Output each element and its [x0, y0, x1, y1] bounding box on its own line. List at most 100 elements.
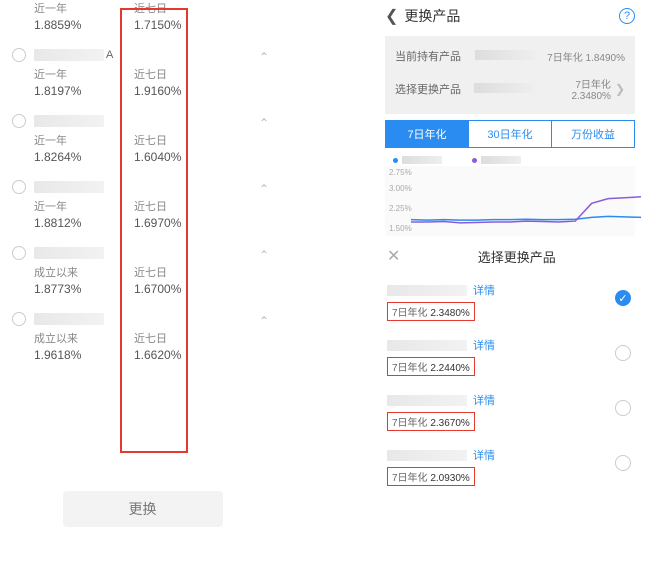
radio-unchecked[interactable] [615, 400, 631, 416]
select-rate: 7日年化 2.3480% [534, 76, 611, 102]
metric-value-left: 1.8773% [34, 282, 134, 296]
detail-link[interactable]: 详情 [473, 282, 495, 298]
metric-value-7d: 1.6700% [134, 282, 214, 296]
info-card: 当前持有产品 7日年化 1.8490% 选择更换产品 7日年化 2.3480% … [385, 36, 635, 114]
product-name-blur [474, 83, 534, 93]
product-row[interactable]: ⌃ [0, 240, 285, 264]
close-icon[interactable]: ✕ [387, 246, 400, 266]
product-name-blur [34, 313, 104, 325]
product-name-blur [34, 115, 104, 127]
rate-chart: 2.75% 3.00% 2.25% 1.50% [385, 166, 635, 236]
current-rate: 7日年化 1.8490% [547, 49, 625, 64]
tab-2[interactable]: 万份收益 [551, 121, 634, 147]
product-option[interactable]: 详情 7日年化 2.3670% [375, 386, 645, 441]
metric-label-left: 近一年 [34, 132, 134, 148]
legend-dot-blue [393, 158, 398, 163]
tab-1[interactable]: 30日年化 [468, 121, 551, 147]
tab-0[interactable]: 7日年化 [386, 121, 468, 147]
metric-label-left: 成立以来 [34, 330, 134, 346]
metric-label-7d: 近七日 [134, 198, 214, 214]
metric-value-left: 1.8264% [34, 150, 134, 164]
product-row[interactable]: ⌃ [0, 174, 285, 198]
metrics-row: 近一年 1.8812% 近七日 1.6970% [0, 198, 285, 240]
metric-label-left: 近一年 [34, 198, 134, 214]
chart-legend [375, 148, 645, 166]
option-name-blur [387, 285, 467, 296]
product-name-blur [34, 49, 104, 61]
option-name-blur [387, 395, 467, 406]
metric-value-left: 1.8197% [34, 84, 134, 98]
option-rate-badge: 7日年化 2.3670% [387, 412, 475, 431]
radio-unchecked[interactable] [12, 48, 26, 62]
metric-label-7d: 近七日 [134, 66, 214, 82]
sheet-title: 选择更换产品 [400, 247, 633, 266]
product-list-panel: 近一年 1.8859% 近七日 1.7150% A ⌃ 近一年 1.8197% … [0, 0, 285, 567]
metrics-row: 近一年 1.8859% 近七日 1.7150% [0, 0, 285, 42]
help-icon[interactable]: ? [619, 8, 635, 24]
product-name-blur [475, 50, 535, 60]
page-header: ❮ 更换产品 ? [375, 0, 645, 32]
metric-value-left: 1.9618% [34, 348, 134, 362]
metric-label-left: 近一年 [34, 66, 134, 82]
swap-product-panel: ❮ 更换产品 ? 当前持有产品 7日年化 1.8490% 选择更换产品 7日年化… [375, 0, 645, 567]
current-label: 当前持有产品 [395, 48, 475, 64]
radio-unchecked[interactable] [615, 345, 631, 361]
select-label: 选择更换产品 [395, 81, 474, 97]
radio-unchecked[interactable] [615, 455, 631, 471]
metric-value-left: 1.8812% [34, 216, 134, 230]
radio-unchecked[interactable] [12, 312, 26, 326]
chevron-up-icon[interactable]: ⌃ [259, 314, 269, 328]
metrics-row: 近一年 1.8264% 近七日 1.6040% [0, 132, 285, 174]
radio-unchecked[interactable] [12, 114, 26, 128]
detail-link[interactable]: 详情 [473, 337, 495, 353]
radio-unchecked[interactable] [12, 246, 26, 260]
product-option[interactable]: 详情 7日年化 2.3480% ✓ [375, 276, 645, 331]
metrics-row: 成立以来 1.8773% 近七日 1.6700% [0, 264, 285, 306]
metric-value-left: 1.8859% [34, 18, 134, 32]
metric-label-7d: 近七日 [134, 264, 214, 280]
legend-label-blur [481, 156, 521, 164]
back-icon[interactable]: ❮ [385, 6, 398, 26]
chevron-up-icon[interactable]: ⌃ [259, 116, 269, 130]
product-option[interactable]: 详情 7日年化 2.2440% [375, 331, 645, 386]
metric-value-7d: 1.6970% [134, 216, 214, 230]
metric-label-7d: 近七日 [134, 330, 214, 346]
product-row[interactable]: ⌃ [0, 306, 285, 330]
product-name-blur [34, 181, 104, 193]
rate-tabs: 7日年化30日年化万份收益 [385, 120, 635, 148]
detail-link[interactable]: 详情 [473, 392, 495, 408]
option-name-blur [387, 340, 467, 351]
option-rate-badge: 7日年化 2.2440% [387, 357, 475, 376]
metrics-row: 近一年 1.8197% 近七日 1.9160% [0, 66, 285, 108]
option-rate-badge: 7日年化 2.0930% [387, 467, 475, 486]
chevron-right-icon: ❯ [615, 82, 625, 96]
chevron-up-icon[interactable]: ⌃ [259, 50, 269, 64]
metric-label-left: 近一年 [34, 0, 134, 16]
swap-button[interactable]: 更换 [63, 491, 223, 527]
detail-link[interactable]: 详情 [473, 447, 495, 463]
page-title: 更换产品 [404, 6, 619, 26]
product-name-blur [34, 247, 104, 259]
chevron-up-icon[interactable]: ⌃ [259, 248, 269, 262]
radio-checked[interactable]: ✓ [615, 290, 631, 306]
metric-value-7d: 1.9160% [134, 84, 214, 98]
chevron-up-icon[interactable]: ⌃ [259, 182, 269, 196]
metric-label-left: 成立以来 [34, 264, 134, 280]
option-rate-badge: 7日年化 2.3480% [387, 302, 475, 321]
metric-value-7d: 1.7150% [134, 18, 214, 32]
select-product-row[interactable]: 选择更换产品 7日年化 2.3480% ❯ [385, 70, 635, 108]
product-option[interactable]: 详情 7日年化 2.0930% [375, 441, 645, 496]
radio-unchecked[interactable] [12, 180, 26, 194]
current-product-row: 当前持有产品 7日年化 1.8490% [385, 42, 635, 70]
legend-dot-purple [472, 158, 477, 163]
product-row[interactable]: A ⌃ [0, 42, 285, 66]
metric-label-7d: 近七日 [134, 132, 214, 148]
metric-label-7d: 近七日 [134, 0, 214, 16]
option-name-blur [387, 450, 467, 461]
product-row[interactable]: ⌃ [0, 108, 285, 132]
chart-line [411, 216, 641, 220]
metric-value-7d: 1.6620% [134, 348, 214, 362]
legend-label-blur [402, 156, 442, 164]
sheet-header: ✕ 选择更换产品 [375, 236, 645, 276]
metrics-row: 成立以来 1.9618% 近七日 1.6620% [0, 330, 285, 372]
